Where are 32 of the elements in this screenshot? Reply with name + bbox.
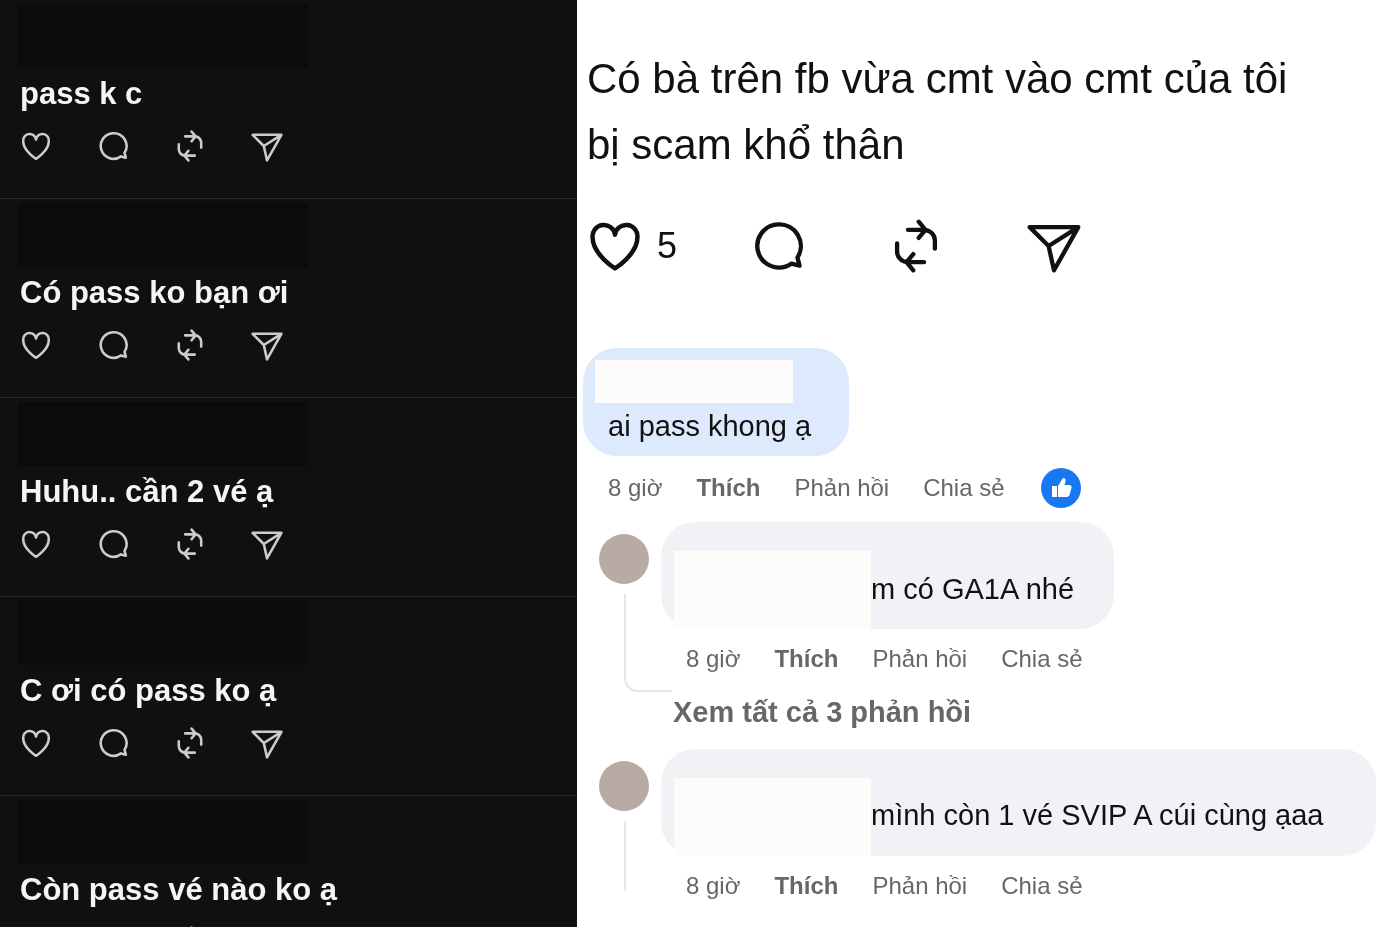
comment-icon[interactable]	[97, 727, 129, 759]
like-count: 5	[657, 224, 678, 268]
heart-icon[interactable]	[20, 329, 52, 361]
like-link[interactable]: Thích	[774, 641, 839, 677]
post-text: pass k c	[20, 75, 143, 113]
heart-icon[interactable]	[20, 130, 52, 162]
share-link[interactable]: Chia sẻ	[923, 470, 1005, 506]
share-link[interactable]: Chia sẻ	[1001, 867, 1083, 904]
thumbs-up-icon	[1040, 468, 1081, 508]
comment-icon[interactable]	[97, 329, 129, 361]
comment-text: m có GA1A nhé	[871, 571, 1075, 607]
heart-icon[interactable]	[20, 727, 52, 759]
post-text: Có pass ko bạn ơi	[20, 274, 289, 312]
view-replies-link[interactable]: Xem tất cả 3 phản hồi	[673, 691, 972, 735]
post-text: C ơi có pass ko ạ	[20, 672, 277, 710]
share-link[interactable]: Chia sẻ	[1001, 641, 1083, 677]
comment-icon[interactable]	[97, 528, 129, 560]
comment-icon[interactable]	[97, 130, 129, 162]
comment-time: 8 giờ	[686, 644, 741, 674]
comment-time: 8 giờ	[686, 870, 741, 901]
reply-link[interactable]: Phản hồi	[794, 470, 890, 506]
post-text: Huhu.. cần 2 vé ạ	[20, 473, 274, 511]
comment-time: 8 giờ	[608, 473, 663, 503]
heart-icon[interactable]	[20, 528, 52, 560]
post-text: Có bà trên fb vừa cmt vào cmt của tôi bị scam khổ thân	[587, 54, 1289, 170]
comment-text: ai pass khong ạ	[608, 409, 812, 444]
reply-link[interactable]: Phản hồi	[872, 867, 968, 904]
post-text: Còn pass vé nào ko ạ	[20, 871, 337, 909]
comment-text: mình còn 1 vé SVIP A cúi cùng ạaa	[871, 798, 1324, 833]
reply-link[interactable]: Phản hồi	[872, 641, 968, 677]
like-link[interactable]: Thích	[696, 470, 761, 506]
like-link[interactable]: Thích	[774, 867, 839, 904]
